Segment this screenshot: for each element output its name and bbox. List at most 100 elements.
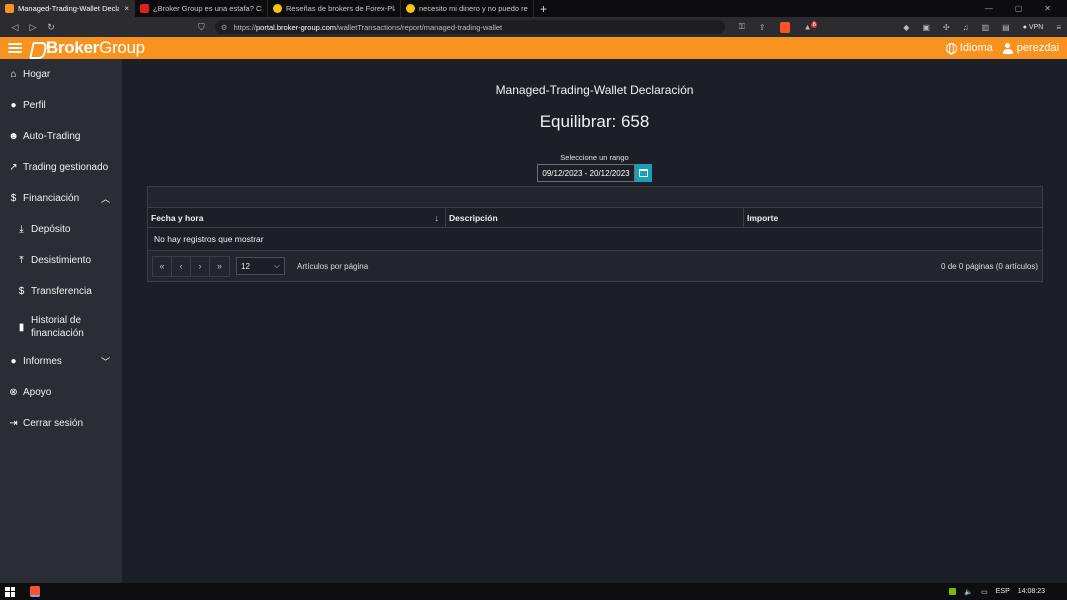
brand-logo[interactable]: BrokerGroup	[29, 38, 145, 58]
puzzle-icon[interactable]: ✣	[943, 23, 950, 32]
sidebar-item-transferencia[interactable]: $ Transferencia	[0, 285, 122, 297]
sidebar-item-desistimiento[interactable]: ⤒ Desistimiento	[0, 254, 122, 266]
bookmark-icon[interactable]: ⛉	[198, 22, 205, 33]
sidebar-item-informes[interactable]: ● Informes ﹀	[0, 355, 122, 367]
transfer-icon: $	[18, 285, 25, 297]
maximize-icon[interactable]: ▢	[1015, 4, 1023, 13]
forex-favicon-icon	[406, 4, 415, 13]
username: perezdai	[1016, 42, 1059, 54]
menu-icon[interactable]: ≡	[1056, 23, 1061, 32]
user-menu[interactable]: perezdai	[1002, 42, 1059, 54]
prev-page-button[interactable]: ‹	[172, 256, 191, 276]
home-icon: ⌂	[10, 68, 17, 80]
extension-icon[interactable]: ◆	[903, 23, 909, 32]
balance-display: Equilibrar: 658	[539, 112, 650, 131]
url-bar[interactable]: ⚙ https://portal.broker-group.com/wallet…	[214, 20, 725, 34]
sidebar-item-deposito[interactable]: ⤓ Depósito	[0, 223, 122, 235]
volume-icon[interactable]: 🔈	[964, 588, 973, 596]
pagination-info: 0 de 0 páginas (0 artículos)	[941, 261, 1038, 271]
per-page-label: Artículos por página	[297, 261, 369, 271]
sidebar-item-label: Financiación	[23, 192, 80, 204]
windows-start-icon[interactable]	[5, 586, 15, 597]
column-label: Fecha y hora	[151, 212, 204, 223]
share-icon[interactable]: ⇪	[759, 23, 766, 32]
reload-icon[interactable]: ↻	[42, 22, 60, 33]
nvidia-icon[interactable]	[949, 588, 957, 595]
file-icon: ▮	[18, 321, 25, 333]
user-icon	[1002, 42, 1013, 54]
browser-extensions: ◆ ▣ ✣ ♫ ▥ ▤ ● VPN ≡	[903, 23, 1061, 32]
brave-rewards-icon[interactable]: ▲8	[804, 22, 817, 32]
brave-taskbar-icon[interactable]	[30, 586, 40, 597]
column-header-importe[interactable]: Importe	[744, 208, 1042, 227]
per-page-select[interactable]: 12 ⌵	[236, 257, 285, 275]
site-info-icon[interactable]: ⚙	[221, 23, 228, 32]
hamburger-menu-icon[interactable]	[8, 43, 22, 53]
browser-tab[interactable]: Reseñas de brokers de Forex-Plataform	[268, 0, 401, 17]
url-path: /walletTransactions/report/managed-tradi…	[336, 22, 503, 32]
brokergroup-favicon-icon	[5, 4, 14, 13]
tab-close-icon[interactable]: ×	[124, 4, 129, 13]
column-header-fecha[interactable]: Fecha y hora ↓	[148, 208, 446, 227]
forward-icon[interactable]: ▷	[24, 22, 42, 33]
calendar-icon	[639, 169, 648, 177]
last-page-button[interactable]: »	[210, 256, 229, 276]
transactions-table: Fecha y hora ↓ Descripción Importe No ha…	[147, 186, 1043, 282]
vpn-button[interactable]: ● VPN	[1023, 24, 1044, 31]
tab-title: Managed-Trading-Wallet Declar	[18, 4, 120, 13]
browser-tab[interactable]: ¿Broker Group es una estafa? Cliente	[135, 0, 268, 17]
sidebar-item-historial-financiacion[interactable]: ▮ Historial de financiación	[0, 313, 122, 341]
sidebar-item-financiacion[interactable]: $ Financiación ︿	[0, 192, 122, 204]
sidebar-toggle-icon[interactable]: ▥	[982, 23, 990, 32]
sidebar-item-trading-gestionado[interactable]: ↗ Trading gestionado	[0, 161, 122, 173]
network-icon[interactable]: ▭	[981, 588, 988, 596]
browser-tab-active[interactable]: Managed-Trading-Wallet Declar ×	[0, 0, 135, 17]
wallet-icon[interactable]: ▤	[1002, 23, 1010, 32]
brokergroup-logo-icon	[29, 41, 44, 56]
language-indicator[interactable]: ESP	[996, 588, 1010, 595]
support-icon: ⊗	[9, 386, 18, 398]
sidebar-item-cerrar-sesion[interactable]: ⇥ Cerrar sesión	[0, 417, 122, 429]
language-label: Idioma	[959, 42, 993, 54]
date-range-input[interactable]: 09/12/2023 - 20/12/2023	[537, 164, 635, 182]
info-icon: ●	[10, 355, 17, 367]
sidebar-item-label: Desistimiento	[31, 254, 92, 266]
main-content: Managed-Trading-Wallet Declaración Equil…	[122, 59, 1067, 583]
minimize-icon[interactable]: —	[985, 4, 993, 13]
extension-icon[interactable]: ▣	[922, 23, 930, 32]
brave-shields-icon[interactable]	[779, 21, 790, 33]
sidebar-item-label: Informes	[23, 355, 62, 367]
sidebar-item-label: Perfil	[23, 99, 46, 111]
browser-tab[interactable]: necesito mi dinero y no puedo retirar	[401, 0, 534, 17]
sidebar-item-hogar[interactable]: ⌂ Hogar	[0, 68, 122, 80]
os-taskbar: 🔈 ▭ ESP 14:08:23	[0, 583, 1067, 600]
music-icon[interactable]: ♫	[963, 23, 969, 32]
chevron-down-icon: ﹀	[100, 356, 110, 367]
per-page-value: 12	[241, 261, 250, 271]
back-icon[interactable]: ◁	[6, 22, 24, 33]
sidebar-item-auto-trading[interactable]: ☻ Auto-Trading	[0, 130, 122, 142]
sidebar-item-label: Hogar	[23, 68, 51, 80]
sidebar-item-perfil[interactable]: ● Perfil	[0, 99, 122, 111]
robot-icon: ☻	[8, 130, 19, 142]
first-page-button[interactable]: «	[153, 256, 172, 276]
clock[interactable]: 14:08:23	[1018, 588, 1045, 595]
new-tab-button[interactable]: +	[534, 0, 553, 17]
calendar-button[interactable]	[635, 164, 652, 182]
sort-arrow-down-icon[interactable]: ↓	[435, 213, 440, 223]
pagination: « ‹ › » 12 ⌵ Artículos por página 0 de 0…	[148, 251, 1042, 281]
forex-favicon-icon	[273, 4, 282, 13]
next-page-button[interactable]: ›	[191, 256, 210, 276]
key-icon[interactable]: ⚿	[739, 22, 745, 32]
browser-tabstrip: Managed-Trading-Wallet Declar × ¿Broker …	[0, 0, 1067, 17]
brand-name: BrokerGroup	[46, 38, 145, 57]
chevron-down-icon: ⌵	[273, 261, 280, 270]
language-selector[interactable]: Idioma	[945, 42, 993, 55]
close-window-icon[interactable]: ✕	[1044, 4, 1051, 13]
chart-line-icon: ↗	[9, 161, 18, 173]
empty-message: No hay registros que mostrar	[148, 228, 1042, 251]
sidebar-item-label: Auto-Trading	[23, 130, 81, 142]
column-header-descripcion[interactable]: Descripción	[446, 208, 744, 227]
table-toolbar	[148, 187, 1042, 208]
sidebar-item-apoyo[interactable]: ⊗ Apoyo	[0, 386, 122, 398]
